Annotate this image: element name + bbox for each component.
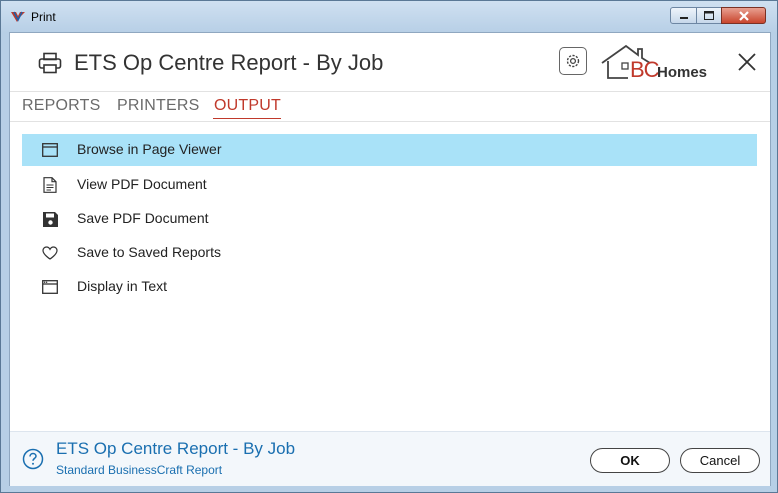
document-icon <box>42 177 58 193</box>
window-title: Print <box>31 10 56 24</box>
option-label: Save to Saved Reports <box>77 244 221 260</box>
active-tab-indicator <box>213 118 281 119</box>
cancel-button[interactable]: Cancel <box>680 448 760 473</box>
option-save-saved-reports[interactable]: Save to Saved Reports <box>22 236 757 270</box>
option-label: Browse in Page Viewer <box>77 141 222 157</box>
minimize-button[interactable] <box>670 7 697 24</box>
help-icon[interactable] <box>22 448 44 470</box>
tab-bar: REPORTS PRINTERS OUTPUT <box>10 92 770 122</box>
maximize-button[interactable] <box>696 7 722 24</box>
dialog-header: ETS Op Centre Report - By Job BC Homes <box>10 33 770 91</box>
heart-icon <box>42 245 58 261</box>
option-browse-page-viewer[interactable]: Browse in Page Viewer <box>22 134 757 166</box>
footer-report-title: ETS Op Centre Report - By Job <box>56 439 296 458</box>
text-window-icon <box>42 279 58 295</box>
close-icon <box>722 8 765 23</box>
output-options-list: Browse in Page Viewer View PDF Document … <box>22 134 757 304</box>
tabs-divider <box>10 121 770 122</box>
window-close-button[interactable] <box>721 7 766 24</box>
report-title: ETS Op Centre Report - By Job <box>74 50 384 75</box>
save-disk-icon <box>42 211 58 227</box>
minimize-icon <box>671 8 696 23</box>
logo-text-bc: BC <box>630 57 660 82</box>
ok-button[interactable]: OK <box>590 448 670 473</box>
tab-printers[interactable]: PRINTERS <box>117 97 200 115</box>
logo-text-homes: Homes <box>657 64 708 81</box>
settings-button[interactable] <box>559 47 587 75</box>
dialog-close-icon[interactable] <box>736 51 758 73</box>
printer-icon <box>38 52 62 74</box>
option-label: Display in Text <box>77 278 168 294</box>
dialog-footer: ETS Op Centre Report - By Job Standard B… <box>10 431 770 486</box>
option-display-text[interactable]: Display in Text <box>22 270 757 304</box>
bc-homes-logo: BC Homes <box>600 43 718 83</box>
print-window: Print ETS Op Centre Report - By Job BC H… <box>0 0 778 493</box>
tab-output[interactable]: OUTPUT <box>214 97 281 115</box>
option-view-pdf[interactable]: View PDF Document <box>22 168 757 202</box>
tab-reports[interactable]: REPORTS <box>22 97 100 115</box>
option-label: View PDF Document <box>77 176 207 192</box>
gear-icon <box>566 54 580 68</box>
option-save-pdf[interactable]: Save PDF Document <box>22 202 757 236</box>
maximize-icon <box>697 8 721 23</box>
dialog-content: ETS Op Centre Report - By Job BC Homes R… <box>9 32 771 486</box>
title-bar[interactable]: Print <box>1 1 777 33</box>
footer-report-subtitle: Standard BusinessCraft Report <box>56 463 223 477</box>
option-label: Save PDF Document <box>77 210 209 226</box>
app-logo-icon <box>11 11 25 22</box>
page-viewer-icon <box>42 142 58 158</box>
